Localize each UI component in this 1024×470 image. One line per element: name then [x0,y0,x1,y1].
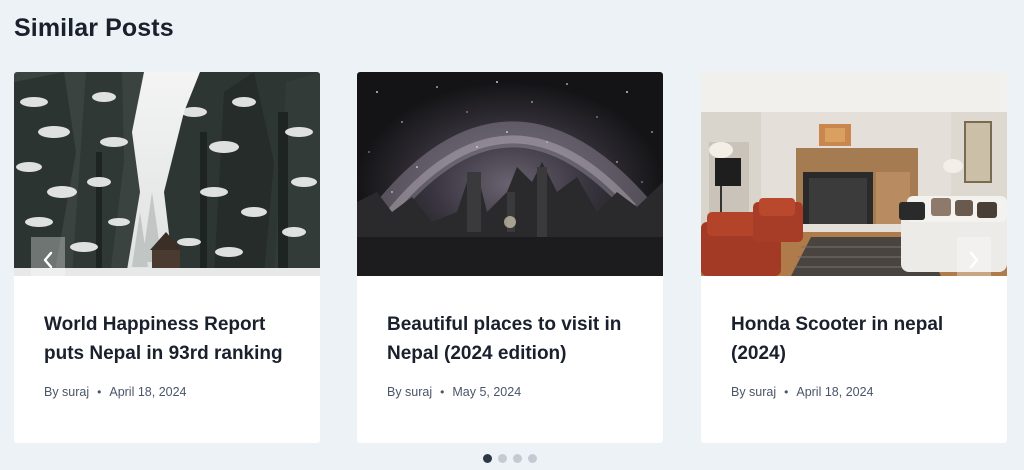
carousel-prev-button[interactable] [31,237,65,283]
post-thumbnail-milky-way[interactable] [357,72,663,276]
post-title-link[interactable]: Honda Scooter in nepal (2024) [731,310,977,368]
post-date: April 18, 2024 [109,385,187,399]
post-meta: By suraj • April 18, 2024 [731,385,977,399]
post-title-link[interactable]: World Happiness Report puts Nepal in 93r… [44,310,290,368]
section-title: Similar Posts [14,14,174,42]
carousel-pagination [483,454,537,463]
post-meta: By suraj • April 18, 2024 [44,385,290,399]
pagination-dot-3[interactable] [513,454,522,463]
pagination-dot-4[interactable] [528,454,537,463]
meta-separator: • [784,385,789,399]
post-author[interactable]: By suraj [731,385,776,399]
carousel-next-button[interactable] [957,237,991,283]
post-date: April 18, 2024 [796,385,874,399]
post-author[interactable]: By suraj [387,385,432,399]
post-card[interactable]: Beautiful places to visit in Nepal (2024… [357,72,663,443]
similar-posts-carousel: World Happiness Report puts Nepal in 93r… [14,72,1008,443]
chevron-right-icon [969,251,979,269]
pagination-dot-2[interactable] [498,454,507,463]
pagination-dot-1[interactable] [483,454,492,463]
meta-separator: • [440,385,445,399]
post-meta: By suraj • May 5, 2024 [387,385,633,399]
chevron-left-icon [43,251,53,269]
meta-separator: • [97,385,102,399]
post-date: May 5, 2024 [452,385,522,399]
post-title-link[interactable]: Beautiful places to visit in Nepal (2024… [387,310,633,368]
post-author[interactable]: By suraj [44,385,89,399]
